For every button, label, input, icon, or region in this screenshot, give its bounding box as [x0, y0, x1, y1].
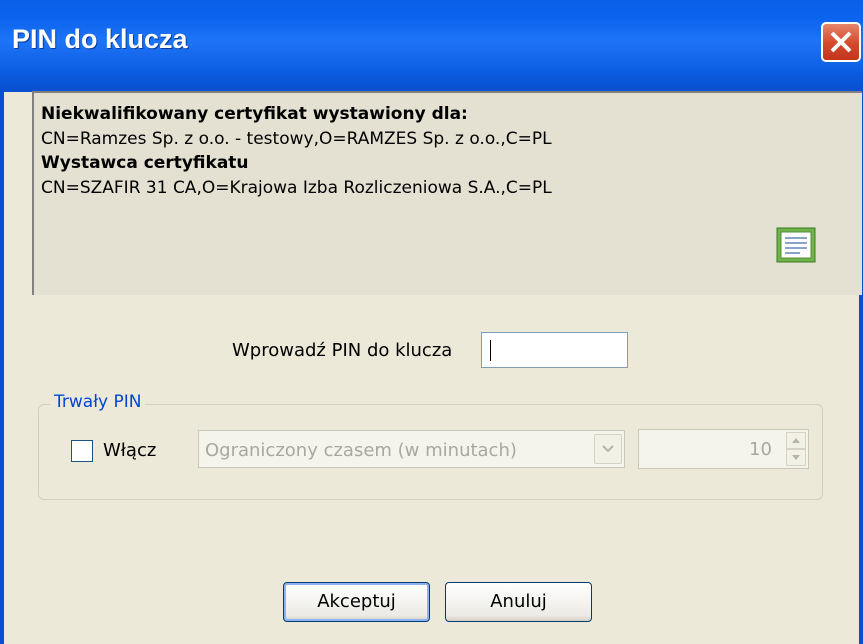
accept-button[interactable]: Akceptuj: [283, 582, 430, 622]
minutes-spinner[interactable]: 10: [638, 429, 809, 469]
cancel-button[interactable]: Anuluj: [445, 582, 592, 622]
pin-label: Wprowadź PIN do klucza: [232, 340, 453, 361]
close-icon: [830, 31, 852, 53]
enable-checkbox[interactable]: [71, 440, 93, 462]
arrow-down-icon: [792, 455, 800, 460]
mode-select[interactable]: Ograniczony czasem (w minutach): [198, 430, 625, 468]
window-border-left: [0, 92, 4, 644]
chevron-down-icon: [602, 445, 614, 453]
subject-heading: Niekwalifikowany certyfikat wystawiony d…: [41, 104, 468, 124]
spin-up-button[interactable]: [786, 432, 806, 449]
issuer-heading: Wystawca certyfikatu: [41, 153, 249, 173]
enable-checkbox-label[interactable]: Włącz: [103, 440, 156, 461]
spin-down-button[interactable]: [786, 449, 806, 466]
certificate-icon[interactable]: [776, 227, 816, 263]
pin-dialog: PIN do klucza Niekwalifikowany certyfika…: [0, 0, 863, 644]
title-bar[interactable]: PIN do klucza: [0, 0, 863, 92]
mode-select-dropdown-button[interactable]: [594, 434, 622, 464]
persistent-pin-group-label: Trwały PIN: [50, 392, 146, 412]
minutes-value: 10: [749, 439, 772, 460]
subject-value: CN=Ramzes Sp. z o.o. - testowy,O=RAMZES …: [41, 129, 552, 149]
text-caret: [490, 340, 491, 361]
arrow-up-icon: [792, 438, 800, 443]
pin-input[interactable]: [481, 332, 628, 368]
certificate-info-panel: Niekwalifikowany certyfikat wystawiony d…: [32, 91, 862, 295]
close-button[interactable]: [821, 22, 861, 62]
issuer-value: CN=SZAFIR 31 CA,O=Krajowa Izba Rozliczen…: [41, 178, 552, 198]
window-title: PIN do klucza: [12, 24, 188, 54]
mode-select-value: Ograniczony czasem (w minutach): [205, 440, 517, 461]
